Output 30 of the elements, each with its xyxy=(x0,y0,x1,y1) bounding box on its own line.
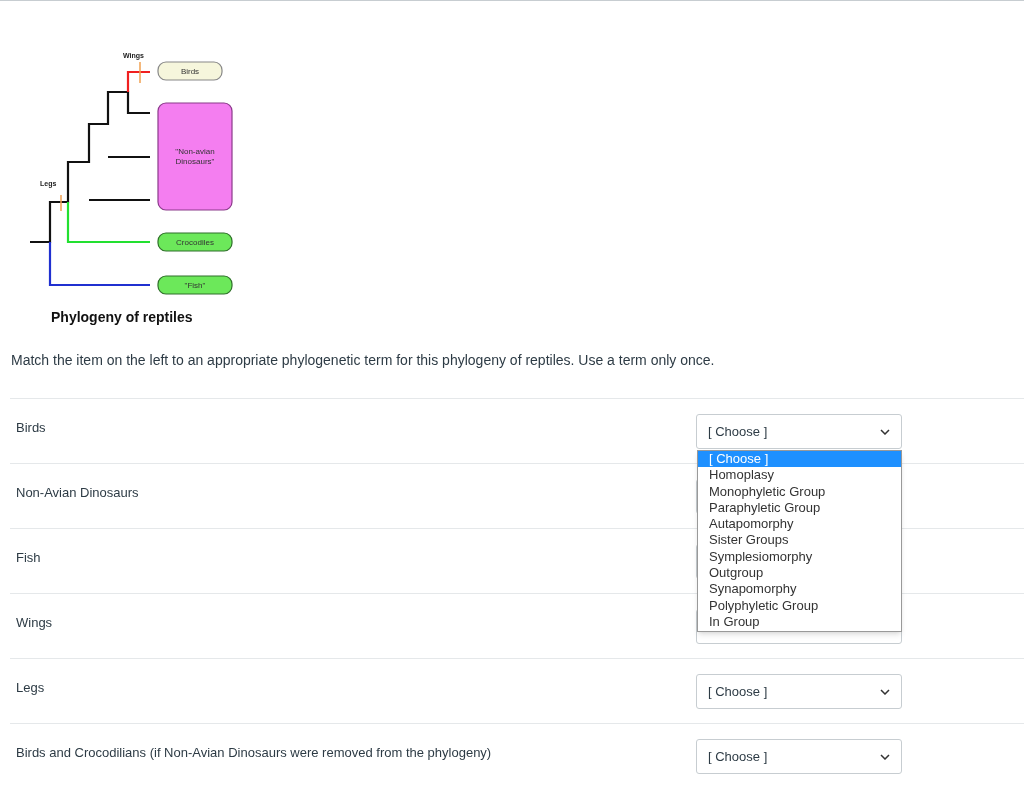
dropdown-option[interactable]: Outgroup xyxy=(698,565,901,582)
match-item-label: Wings xyxy=(16,614,54,632)
trait-tick xyxy=(139,61,141,84)
dropdown-option[interactable]: Homoplasy xyxy=(698,467,901,484)
dropdown-option[interactable]: Paraphyletic Group xyxy=(698,499,901,517)
match-item-label: Birds xyxy=(16,419,47,437)
dropdown-option[interactable]: In Group xyxy=(698,613,901,631)
dropdown-option[interactable]: Monophyletic Group xyxy=(698,483,901,500)
match-item-label: Fish xyxy=(16,549,42,567)
taxon-label: "Non-avian Dinosaurs" xyxy=(157,102,233,211)
dropdown-option[interactable]: Polyphyletic Group xyxy=(698,597,901,614)
chevron-down-icon xyxy=(880,688,890,695)
chevron-down-icon xyxy=(880,753,890,760)
chevron-down-icon xyxy=(880,428,890,435)
trait-tick xyxy=(60,194,62,212)
match-item-label: Non-Avian Dinosaurs xyxy=(16,484,140,502)
answer-select[interactable]: [ Choose ] xyxy=(696,674,902,709)
instruction-text: Match the item on the left to an appropriate phylogenetic term for this phylogeny of reptiles. Use a term only once. xyxy=(11,351,716,370)
dropdown-option[interactable]: Autapomorphy xyxy=(698,516,901,533)
match-item-label: Legs xyxy=(16,679,46,697)
taxon-label: Crocodiles xyxy=(157,232,233,252)
answer-select[interactable]: [ Choose ] xyxy=(696,739,902,774)
dropdown-option[interactable]: Sister Groups xyxy=(698,532,901,549)
figure-caption: Phylogeny of reptiles xyxy=(51,308,194,327)
taxon-label: Birds xyxy=(157,61,223,81)
answer-select[interactable]: [ Choose ] xyxy=(696,414,902,449)
dropdown-option[interactable]: Synapomorphy xyxy=(698,581,901,598)
match-item-label: Birds and Crocodilians (if Non-Avian Dinosaurs were removed from the phylogeny) xyxy=(16,744,493,762)
taxon-label: "Fish" xyxy=(157,275,233,295)
dropdown-option[interactable]: Symplesiomorphy xyxy=(698,548,901,566)
